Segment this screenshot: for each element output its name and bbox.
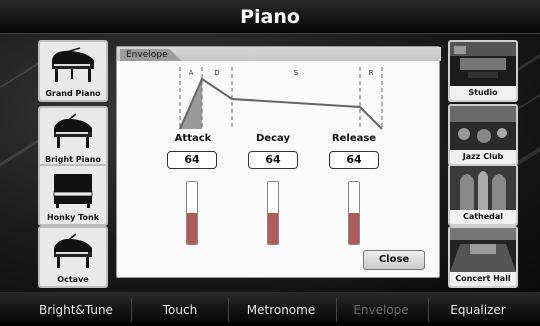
decay-label: Decay [256,133,290,144]
studio-photo [450,42,516,86]
release-value-field[interactable]: 64 [329,151,379,169]
menu-envelope[interactable]: Envelope [340,300,422,320]
attack-label: Attack [174,133,212,144]
grand-piano-icon [52,47,94,82]
grand-piano-icon [54,233,92,268]
phase-s-label: S [294,69,299,77]
cathedral-photo [450,166,516,210]
reverb-jazz-club-button[interactable]: Jazz Club [448,104,518,166]
reverb-label: Studio [450,86,516,100]
sound-grand-piano-button[interactable]: Grand Piano [38,40,108,102]
decay-slider[interactable] [267,181,279,245]
menu-divider [228,298,229,322]
sound-label: Honky Tonk [46,213,100,222]
upright-piano-icon [53,174,93,208]
decay-value-field[interactable]: 64 [248,151,298,169]
reverb-label: Cathedal [450,210,516,224]
menu-divider [428,298,429,322]
sound-label: Bright Piano [44,155,101,164]
reverb-label: Concert Hall [450,272,516,286]
sound-bright-piano-button[interactable]: Bright Piano [38,106,108,168]
sound-honky-tonk-button[interactable]: Honky Tonk [38,164,108,226]
menu-equalizer[interactable]: Equalizer [432,300,524,320]
attack-slider-fill [187,213,197,244]
decay-slider-fill [268,213,278,244]
release-slider[interactable] [348,181,360,245]
reverb-label: Jazz Club [450,150,516,164]
phase-d-label: D [214,69,219,77]
menu-metronome[interactable]: Metronome [232,300,330,320]
envelope-panel: Envelope A D S R Attack 64 Decay 64 Rele… [116,46,441,278]
menu-touch[interactable]: Touch [138,300,222,320]
release-slider-fill [349,213,359,244]
sound-label: Grand Piano [45,89,101,98]
envelope-graph: A D S R [179,67,383,130]
jazz-club-photo [450,106,516,150]
attack-slider[interactable] [186,181,198,245]
page-title: Piano [240,6,300,28]
sound-octave-button[interactable]: Octave [38,226,108,288]
reverb-studio-button[interactable]: Studio [448,40,518,102]
reverb-cathedral-button[interactable]: Cathedal [448,164,518,226]
close-button[interactable]: Close [363,250,425,270]
reverb-concert-hall-button[interactable]: Concert Hall [448,226,518,288]
release-label: Release [331,133,377,144]
menu-bright-tune[interactable]: Bright&Tune [28,300,124,320]
phase-r-label: R [369,69,374,77]
grand-piano-icon [54,113,92,148]
menu-divider [336,298,337,322]
phase-a-label: A [189,69,194,77]
concert-hall-photo [450,228,516,272]
menu-divider [131,298,132,322]
sound-label: Octave [57,275,89,284]
attack-value-field[interactable]: 64 [167,151,217,169]
